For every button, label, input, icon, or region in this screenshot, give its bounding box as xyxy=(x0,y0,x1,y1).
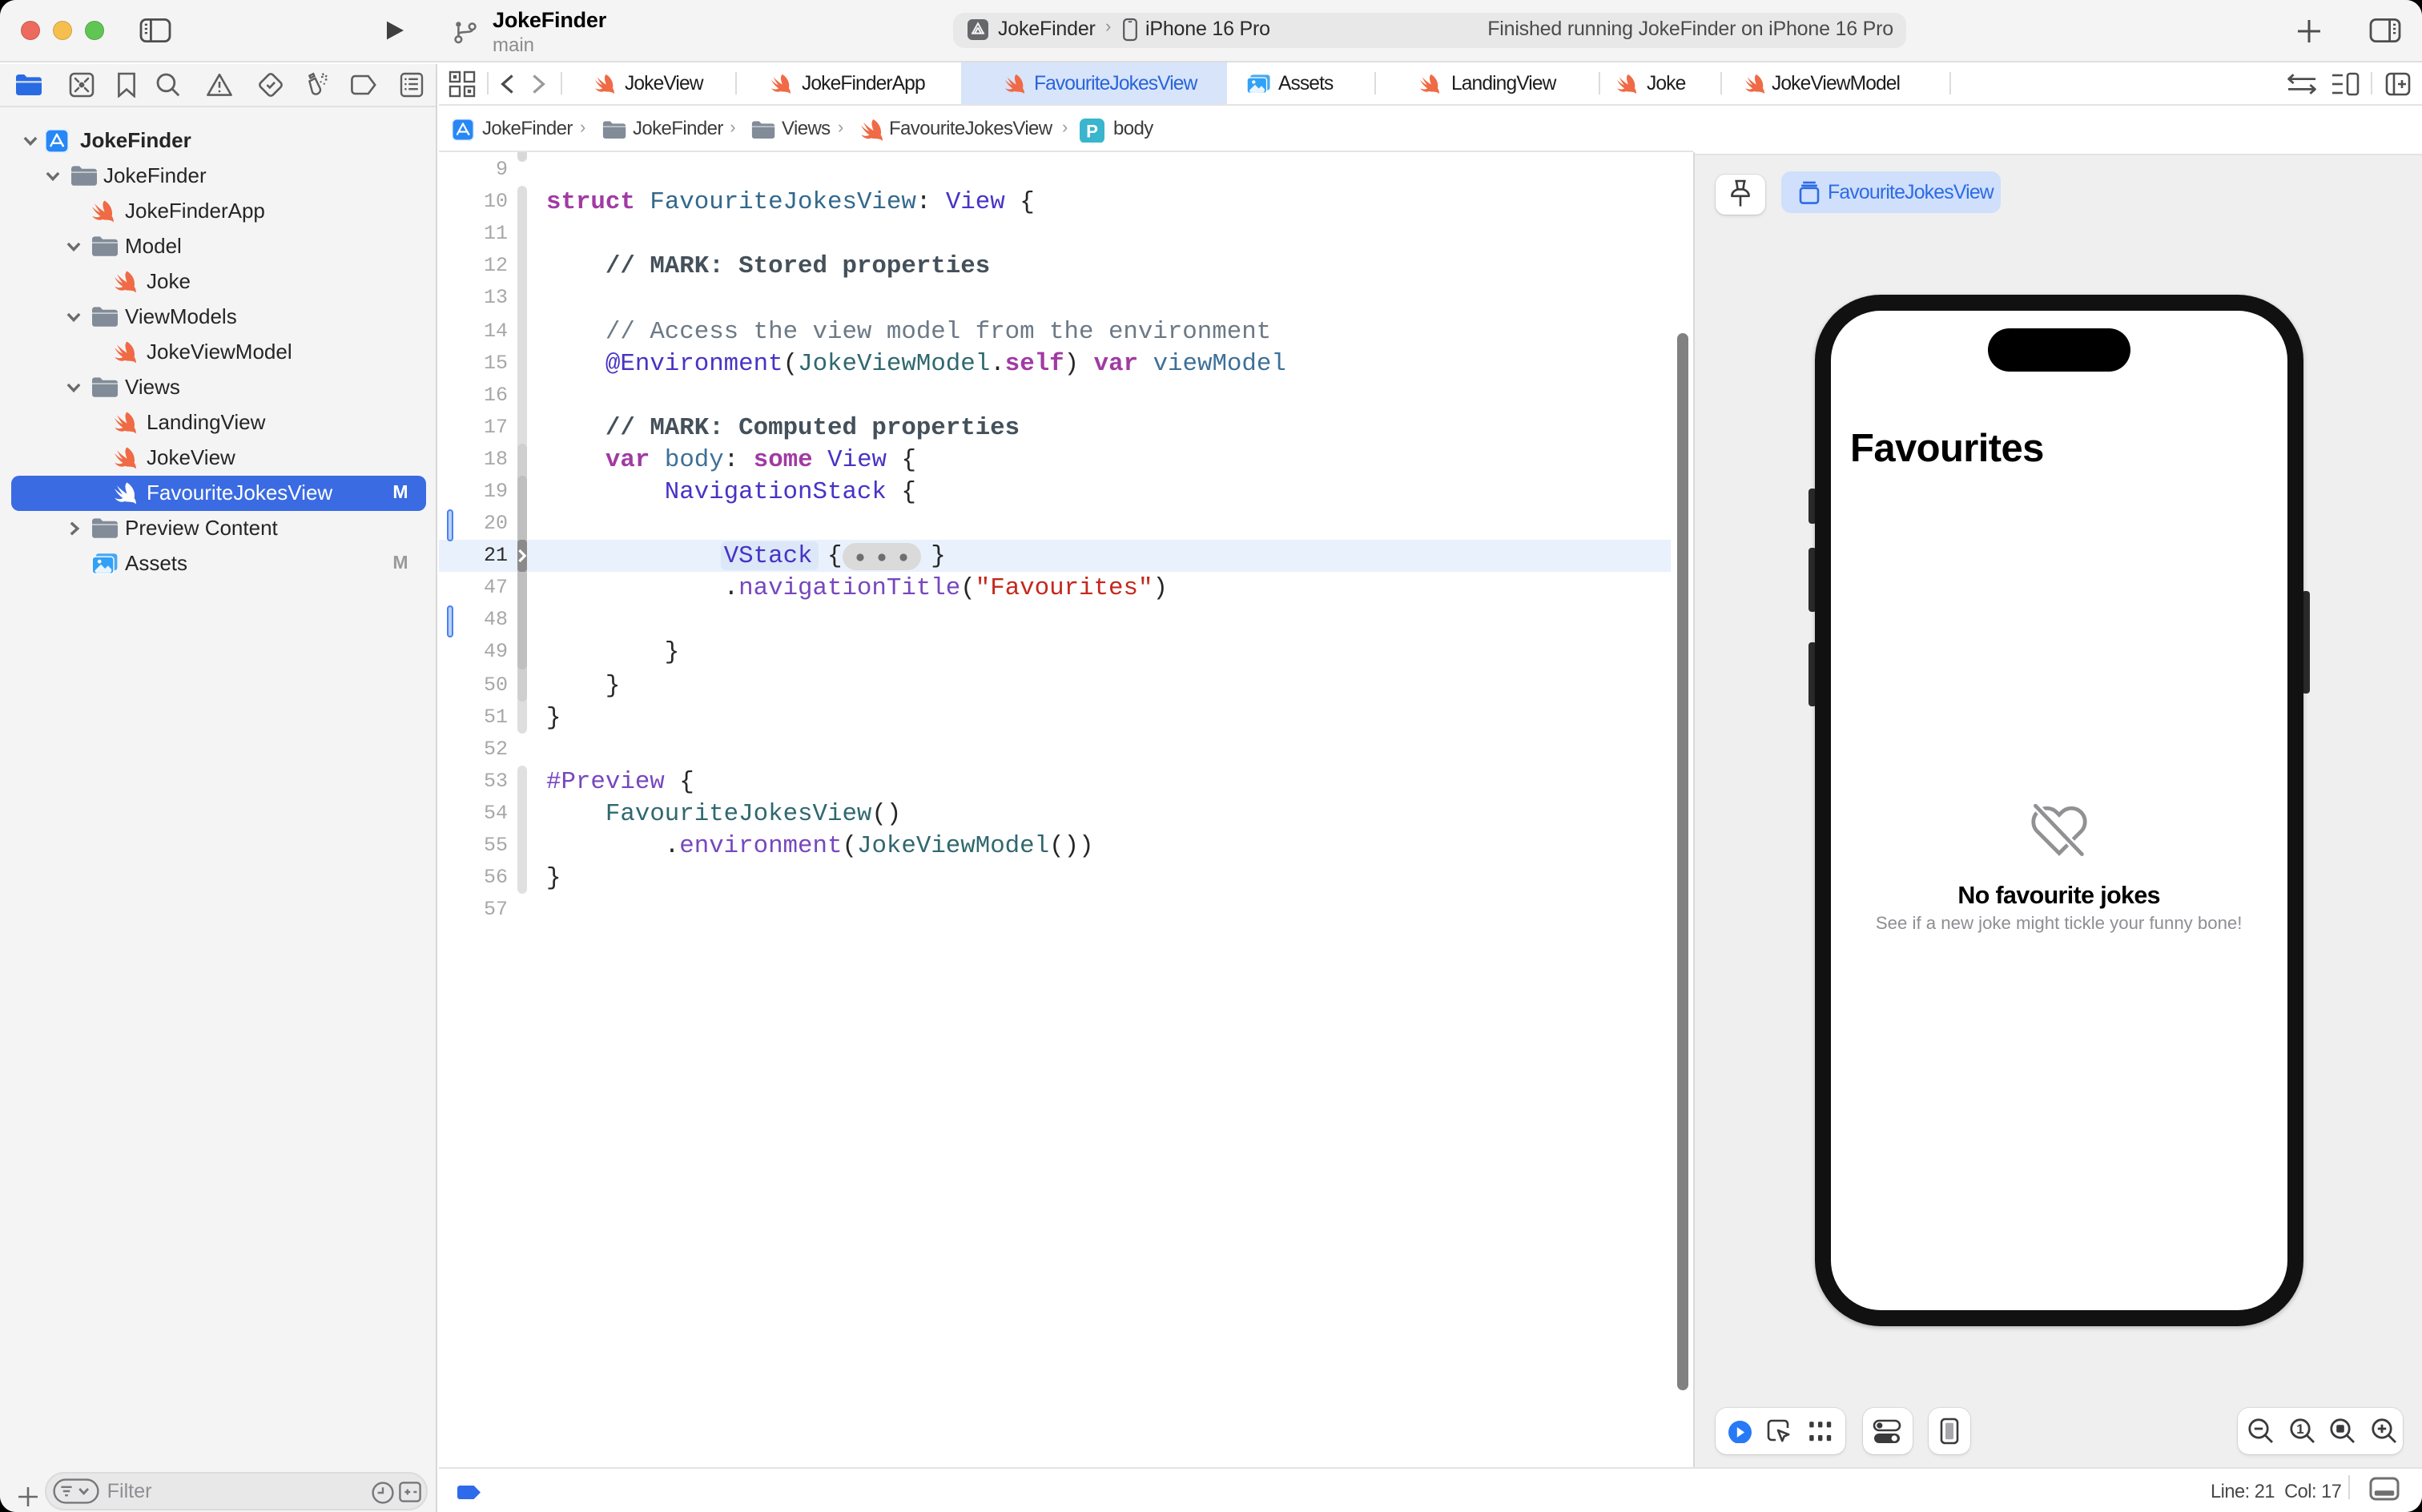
svg-text:P: P xyxy=(1086,120,1098,140)
svg-text:1: 1 xyxy=(2295,1422,2303,1438)
